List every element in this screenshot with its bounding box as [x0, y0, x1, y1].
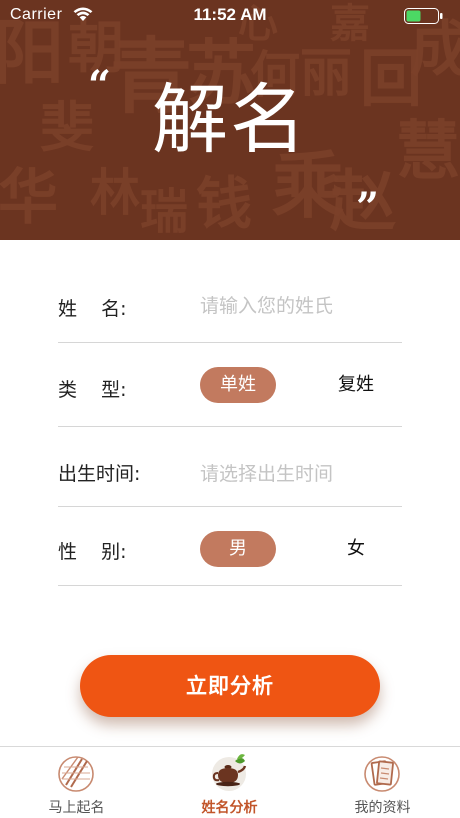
close-quote-mark: ” [356, 184, 380, 231]
gender-label: 性 别: [58, 541, 127, 563]
single-surname-option[interactable]: 单姓 [200, 367, 276, 403]
birth-time-label: 出生时间: [58, 463, 141, 485]
analyze-button[interactable]: 立即分析 [80, 655, 380, 717]
tab-label: 马上起名 [48, 800, 105, 816]
surname-input[interactable] [200, 294, 400, 318]
tab-label: 姓名分析 [201, 800, 258, 816]
tab-quick-naming[interactable]: 马上起名 [0, 747, 153, 818]
gender-male-option[interactable]: 男 [200, 531, 276, 567]
tab-label: 我的资料 [354, 800, 411, 816]
teapot-icon [212, 754, 247, 791]
clock: 11:52 AM [193, 5, 267, 24]
app-screen: 阳 斐 华 朝 青 苏 何 丽 回 成 林 瑞 钱 乘 赵 慧 心 嘉 “ 解名… [0, 0, 460, 818]
tab-bar: 马上起名 姓名分析 我的资料 [0, 746, 460, 818]
surname-label: 姓 名: [58, 298, 127, 320]
birth-time-row[interactable]: 出生时间: 请选择出生时间 [58, 427, 402, 507]
surname-type-label: 类 型: [58, 379, 127, 401]
gender-row: 性 别: 男 女 [58, 507, 402, 586]
birth-time-picker[interactable]: 请选择出生时间 [200, 459, 333, 486]
battery-icon [404, 8, 443, 24]
tab-my-profile[interactable]: 我的资料 [306, 747, 459, 818]
header-banner: 阳 斐 华 朝 青 苏 何 丽 回 成 林 瑞 钱 乘 赵 慧 心 嘉 “ 解名… [0, 0, 460, 240]
compound-surname-option[interactable]: 复姓 [318, 367, 394, 403]
surname-row: 姓 名: [58, 272, 402, 343]
status-bar: Carrier 11:52 AM [0, 0, 460, 30]
surname-type-row: 类 型: 单姓 复姓 [58, 343, 402, 427]
book-icon [364, 756, 400, 792]
tab-name-analysis[interactable]: 姓名分析 [153, 747, 306, 818]
gender-female-option[interactable]: 女 [318, 531, 394, 567]
banner-title: 解名 [152, 75, 308, 164]
bamboo-scroll-icon [58, 756, 94, 792]
